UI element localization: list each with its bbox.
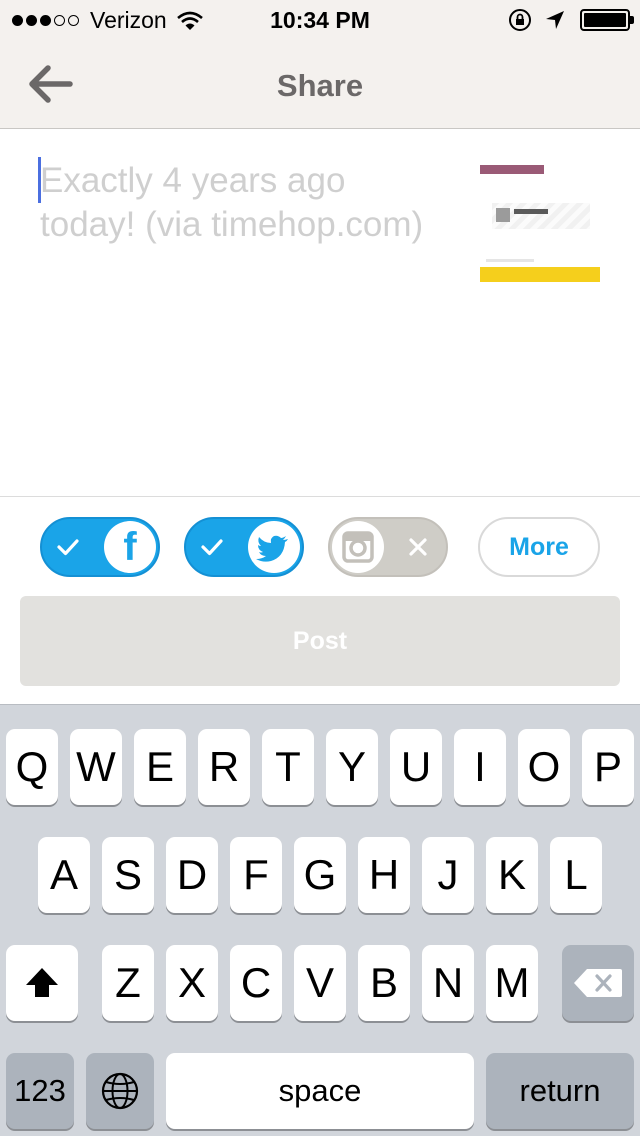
space-key[interactable]: space [166, 1053, 474, 1129]
close-icon [409, 538, 427, 556]
key-j[interactable]: J [422, 837, 474, 913]
status-right [508, 8, 634, 32]
post-button[interactable]: Post [20, 596, 620, 686]
key-u[interactable]: U [390, 729, 442, 805]
key-x[interactable]: X [166, 945, 218, 1021]
shift-key[interactable] [6, 945, 78, 1021]
check-icon [57, 539, 79, 556]
return-key[interactable]: return [486, 1053, 634, 1129]
instagram-icon [332, 521, 384, 573]
key-k[interactable]: K [486, 837, 538, 913]
key-d[interactable]: D [166, 837, 218, 913]
key-l[interactable]: L [550, 837, 602, 913]
share-toggles: f More [0, 496, 640, 596]
key-w[interactable]: W [70, 729, 122, 805]
battery-icon [580, 9, 634, 31]
location-arrow-icon [546, 11, 564, 29]
nav-bar: Share [0, 40, 640, 129]
twitter-toggle[interactable] [184, 517, 304, 577]
key-a[interactable]: A [38, 837, 90, 913]
key-h[interactable]: H [358, 837, 410, 913]
page-title: Share [276, 68, 364, 103]
key-y[interactable]: Y [326, 729, 378, 805]
facebook-icon: f [104, 521, 156, 573]
globe-key[interactable] [86, 1053, 154, 1129]
key-p[interactable]: P [582, 729, 634, 805]
key-t[interactable]: T [262, 729, 314, 805]
numbers-key[interactable]: 123 [6, 1053, 74, 1129]
memory-thumbnail[interactable] [478, 163, 602, 285]
delete-key[interactable] [562, 945, 634, 1021]
key-q[interactable]: Q [6, 729, 58, 805]
key-r[interactable]: R [198, 729, 250, 805]
key-e[interactable]: E [134, 729, 186, 805]
key-v[interactable]: V [294, 945, 346, 1021]
compose-area: Exactly 4 years ago today! (via timehop.… [0, 129, 640, 496]
key-g[interactable]: G [294, 837, 346, 913]
key-f[interactable]: F [230, 837, 282, 913]
rotation-lock-icon [509, 9, 531, 31]
twitter-icon [248, 521, 300, 573]
key-m[interactable]: M [486, 945, 538, 1021]
key-z[interactable]: Z [102, 945, 154, 1021]
key-n[interactable]: N [422, 945, 474, 1021]
key-s[interactable]: S [102, 837, 154, 913]
instagram-toggle[interactable] [328, 517, 448, 577]
key-i[interactable]: I [454, 729, 506, 805]
check-icon [201, 539, 223, 556]
keyboard: Q W E R T Y U I O P A S D F G H J K L Z … [0, 704, 640, 1136]
shift-arrow-icon [26, 968, 58, 997]
key-o[interactable]: O [518, 729, 570, 805]
status-bar: Verizon 10:34 PM [0, 0, 640, 40]
key-c[interactable]: C [230, 945, 282, 1021]
facebook-toggle[interactable]: f [40, 517, 160, 577]
key-b[interactable]: B [358, 945, 410, 1021]
globe-icon [101, 1072, 139, 1110]
more-button[interactable]: More [478, 517, 600, 577]
backspace-icon [574, 969, 622, 997]
message-input[interactable]: Exactly 4 years ago today! (via timehop.… [40, 159, 440, 247]
